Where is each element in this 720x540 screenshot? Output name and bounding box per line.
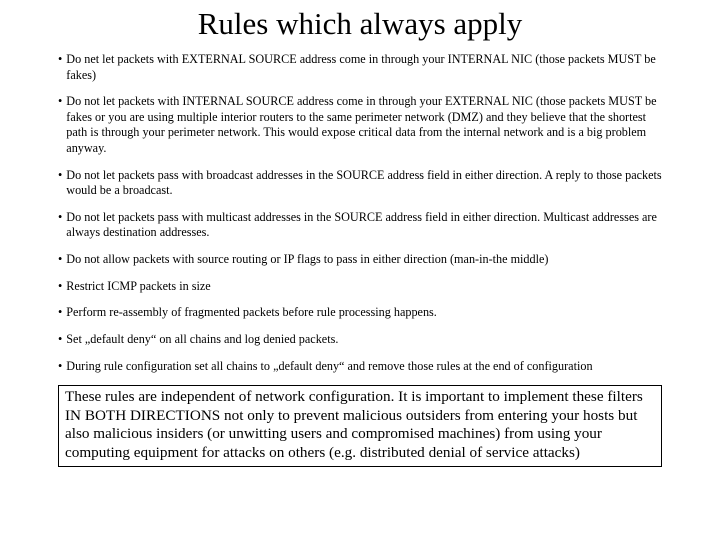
bullet-text: Do not let packets pass with broadcast a… <box>66 168 662 199</box>
bullet-marker: • <box>58 52 66 83</box>
bullet-marker: • <box>58 279 66 295</box>
bullet-marker: • <box>58 168 66 199</box>
bullet-text: Do not let packets with INTERNAL SOURCE … <box>66 94 662 156</box>
bullet-list: • Do net let packets with EXTERNAL SOURC… <box>18 52 702 374</box>
bullet-text: Restrict ICMP packets in size <box>66 279 662 295</box>
bullet-item: • Set „default deny“ on all chains and l… <box>58 332 662 348</box>
bullet-marker: • <box>58 359 66 375</box>
bullet-text: Set „default deny“ on all chains and log… <box>66 332 662 348</box>
bullet-item: • Perform re-assembly of fragmented pack… <box>58 305 662 321</box>
bullet-text: During rule configuration set all chains… <box>66 359 662 375</box>
bullet-marker: • <box>58 332 66 348</box>
footer-note-box: These rules are independent of network c… <box>58 385 662 467</box>
bullet-item: • Do not let packets pass with multicast… <box>58 210 662 241</box>
bullet-item: • During rule configuration set all chai… <box>58 359 662 375</box>
bullet-text: Do not let packets pass with multicast a… <box>66 210 662 241</box>
bullet-item: • Do net let packets with EXTERNAL SOURC… <box>58 52 662 83</box>
bullet-marker: • <box>58 94 66 156</box>
bullet-marker: • <box>58 210 66 241</box>
slide: Rules which always apply • Do net let pa… <box>0 0 720 540</box>
bullet-text: Do not allow packets with source routing… <box>66 252 662 268</box>
bullet-item: • Restrict ICMP packets in size <box>58 279 662 295</box>
bullet-marker: • <box>58 305 66 321</box>
slide-title: Rules which always apply <box>18 6 702 42</box>
footer-note-text: These rules are independent of network c… <box>65 388 643 461</box>
bullet-marker: • <box>58 252 66 268</box>
bullet-item: • Do not let packets pass with broadcast… <box>58 168 662 199</box>
bullet-item: • Do not let packets with INTERNAL SOURC… <box>58 94 662 156</box>
bullet-text: Do net let packets with EXTERNAL SOURCE … <box>66 52 662 83</box>
bullet-text: Perform re-assembly of fragmented packet… <box>66 305 662 321</box>
bullet-item: • Do not allow packets with source routi… <box>58 252 662 268</box>
